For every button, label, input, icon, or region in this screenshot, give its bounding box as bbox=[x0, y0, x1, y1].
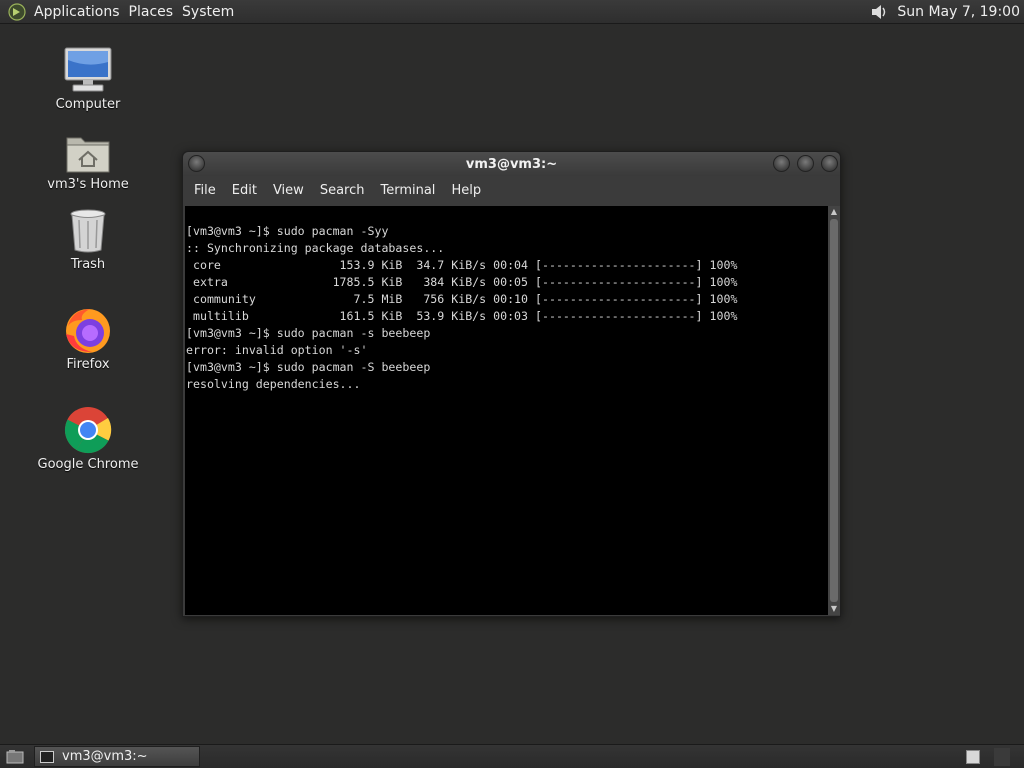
workspace-1[interactable] bbox=[966, 749, 980, 764]
terminal-window[interactable]: vm3@vm3:~ File Edit View Search Terminal… bbox=[182, 151, 841, 617]
terminal-line: :: Synchronizing package databases... bbox=[186, 241, 445, 255]
terminal-menubar: File Edit View Search Terminal Help bbox=[183, 176, 840, 205]
top-panel: Applications Places System Sun May 7, 19… bbox=[0, 0, 1024, 24]
window-title: vm3@vm3:~ bbox=[465, 156, 558, 172]
terminal-line: multilib 161.5 KiB 53.9 KiB/s 00:03 [---… bbox=[186, 309, 738, 323]
computer-icon bbox=[62, 46, 114, 94]
menu-terminal[interactable]: Terminal bbox=[372, 183, 443, 198]
terminal-line: [vm3@vm3 ~]$ sudo pacman -S beebeep bbox=[186, 360, 431, 374]
terminal-line: resolving dependencies... bbox=[186, 377, 361, 391]
desktop-icon-trash[interactable]: Trash bbox=[28, 206, 148, 272]
scroll-up-icon[interactable]: ▲ bbox=[829, 206, 839, 218]
window-menu-icon[interactable] bbox=[188, 155, 205, 172]
minimize-icon[interactable] bbox=[773, 155, 790, 172]
places-menu[interactable]: Places bbox=[128, 4, 182, 20]
chrome-icon bbox=[62, 406, 114, 454]
scrollbar-thumb[interactable] bbox=[830, 219, 838, 602]
firefox-icon bbox=[62, 306, 114, 354]
trash-icon bbox=[62, 206, 114, 254]
terminal-line: core 153.9 KiB 34.7 KiB/s 00:04 [-------… bbox=[186, 258, 738, 272]
applications-menu[interactable]: Applications bbox=[33, 4, 128, 20]
desktop-icon-label: Trash bbox=[70, 257, 106, 272]
terminal-line: extra 1785.5 KiB 384 KiB/s 00:05 [------… bbox=[186, 275, 738, 289]
menu-help[interactable]: Help bbox=[443, 183, 489, 198]
terminal-icon bbox=[40, 750, 54, 763]
workspace-2[interactable] bbox=[994, 747, 1010, 766]
desktop-icon-label: Firefox bbox=[66, 357, 110, 372]
clock[interactable]: Sun May 7, 19:00 bbox=[897, 4, 1020, 20]
close-icon[interactable] bbox=[821, 155, 838, 172]
terminal-line: [vm3@vm3 ~]$ sudo pacman -Syy bbox=[186, 224, 389, 238]
terminal-output[interactable]: [vm3@vm3 ~]$ sudo pacman -Syy:: Synchron… bbox=[185, 206, 828, 615]
menu-edit[interactable]: Edit bbox=[224, 183, 265, 198]
volume-icon[interactable] bbox=[867, 1, 891, 23]
terminal-line: [vm3@vm3 ~]$ sudo pacman -s beebeep bbox=[186, 326, 431, 340]
taskbar-terminal-button[interactable]: vm3@vm3:~ bbox=[34, 746, 200, 767]
scroll-down-icon[interactable]: ▼ bbox=[829, 603, 839, 615]
show-desktop-icon[interactable] bbox=[4, 747, 26, 767]
menu-search[interactable]: Search bbox=[312, 183, 373, 198]
window-titlebar[interactable]: vm3@vm3:~ bbox=[183, 152, 840, 176]
home-folder-icon bbox=[62, 126, 114, 174]
desktop-icon-home[interactable]: vm3's Home bbox=[28, 126, 148, 192]
menu-file[interactable]: File bbox=[186, 183, 224, 198]
system-menu[interactable]: System bbox=[181, 4, 242, 20]
menu-view[interactable]: View bbox=[265, 183, 312, 198]
maximize-icon[interactable] bbox=[797, 155, 814, 172]
distro-logo-icon[interactable] bbox=[6, 2, 28, 22]
desktop-icon-chrome[interactable]: Google Chrome bbox=[28, 406, 148, 472]
desktop-icon-computer[interactable]: Computer bbox=[28, 46, 148, 112]
desktop-icon-label: Computer bbox=[55, 97, 121, 112]
terminal-line: community 7.5 MiB 756 KiB/s 00:10 [-----… bbox=[186, 292, 738, 306]
task-label: vm3@vm3:~ bbox=[62, 749, 148, 764]
desktop-icon-firefox[interactable]: Firefox bbox=[28, 306, 148, 372]
desktop-icon-label: Google Chrome bbox=[37, 457, 139, 472]
bottom-panel: vm3@vm3:~ bbox=[0, 744, 1024, 768]
terminal-line: error: invalid option '-s' bbox=[186, 343, 368, 357]
desktop-icon-label: vm3's Home bbox=[47, 177, 129, 192]
terminal-scrollbar[interactable]: ▲ ▼ bbox=[828, 206, 840, 615]
